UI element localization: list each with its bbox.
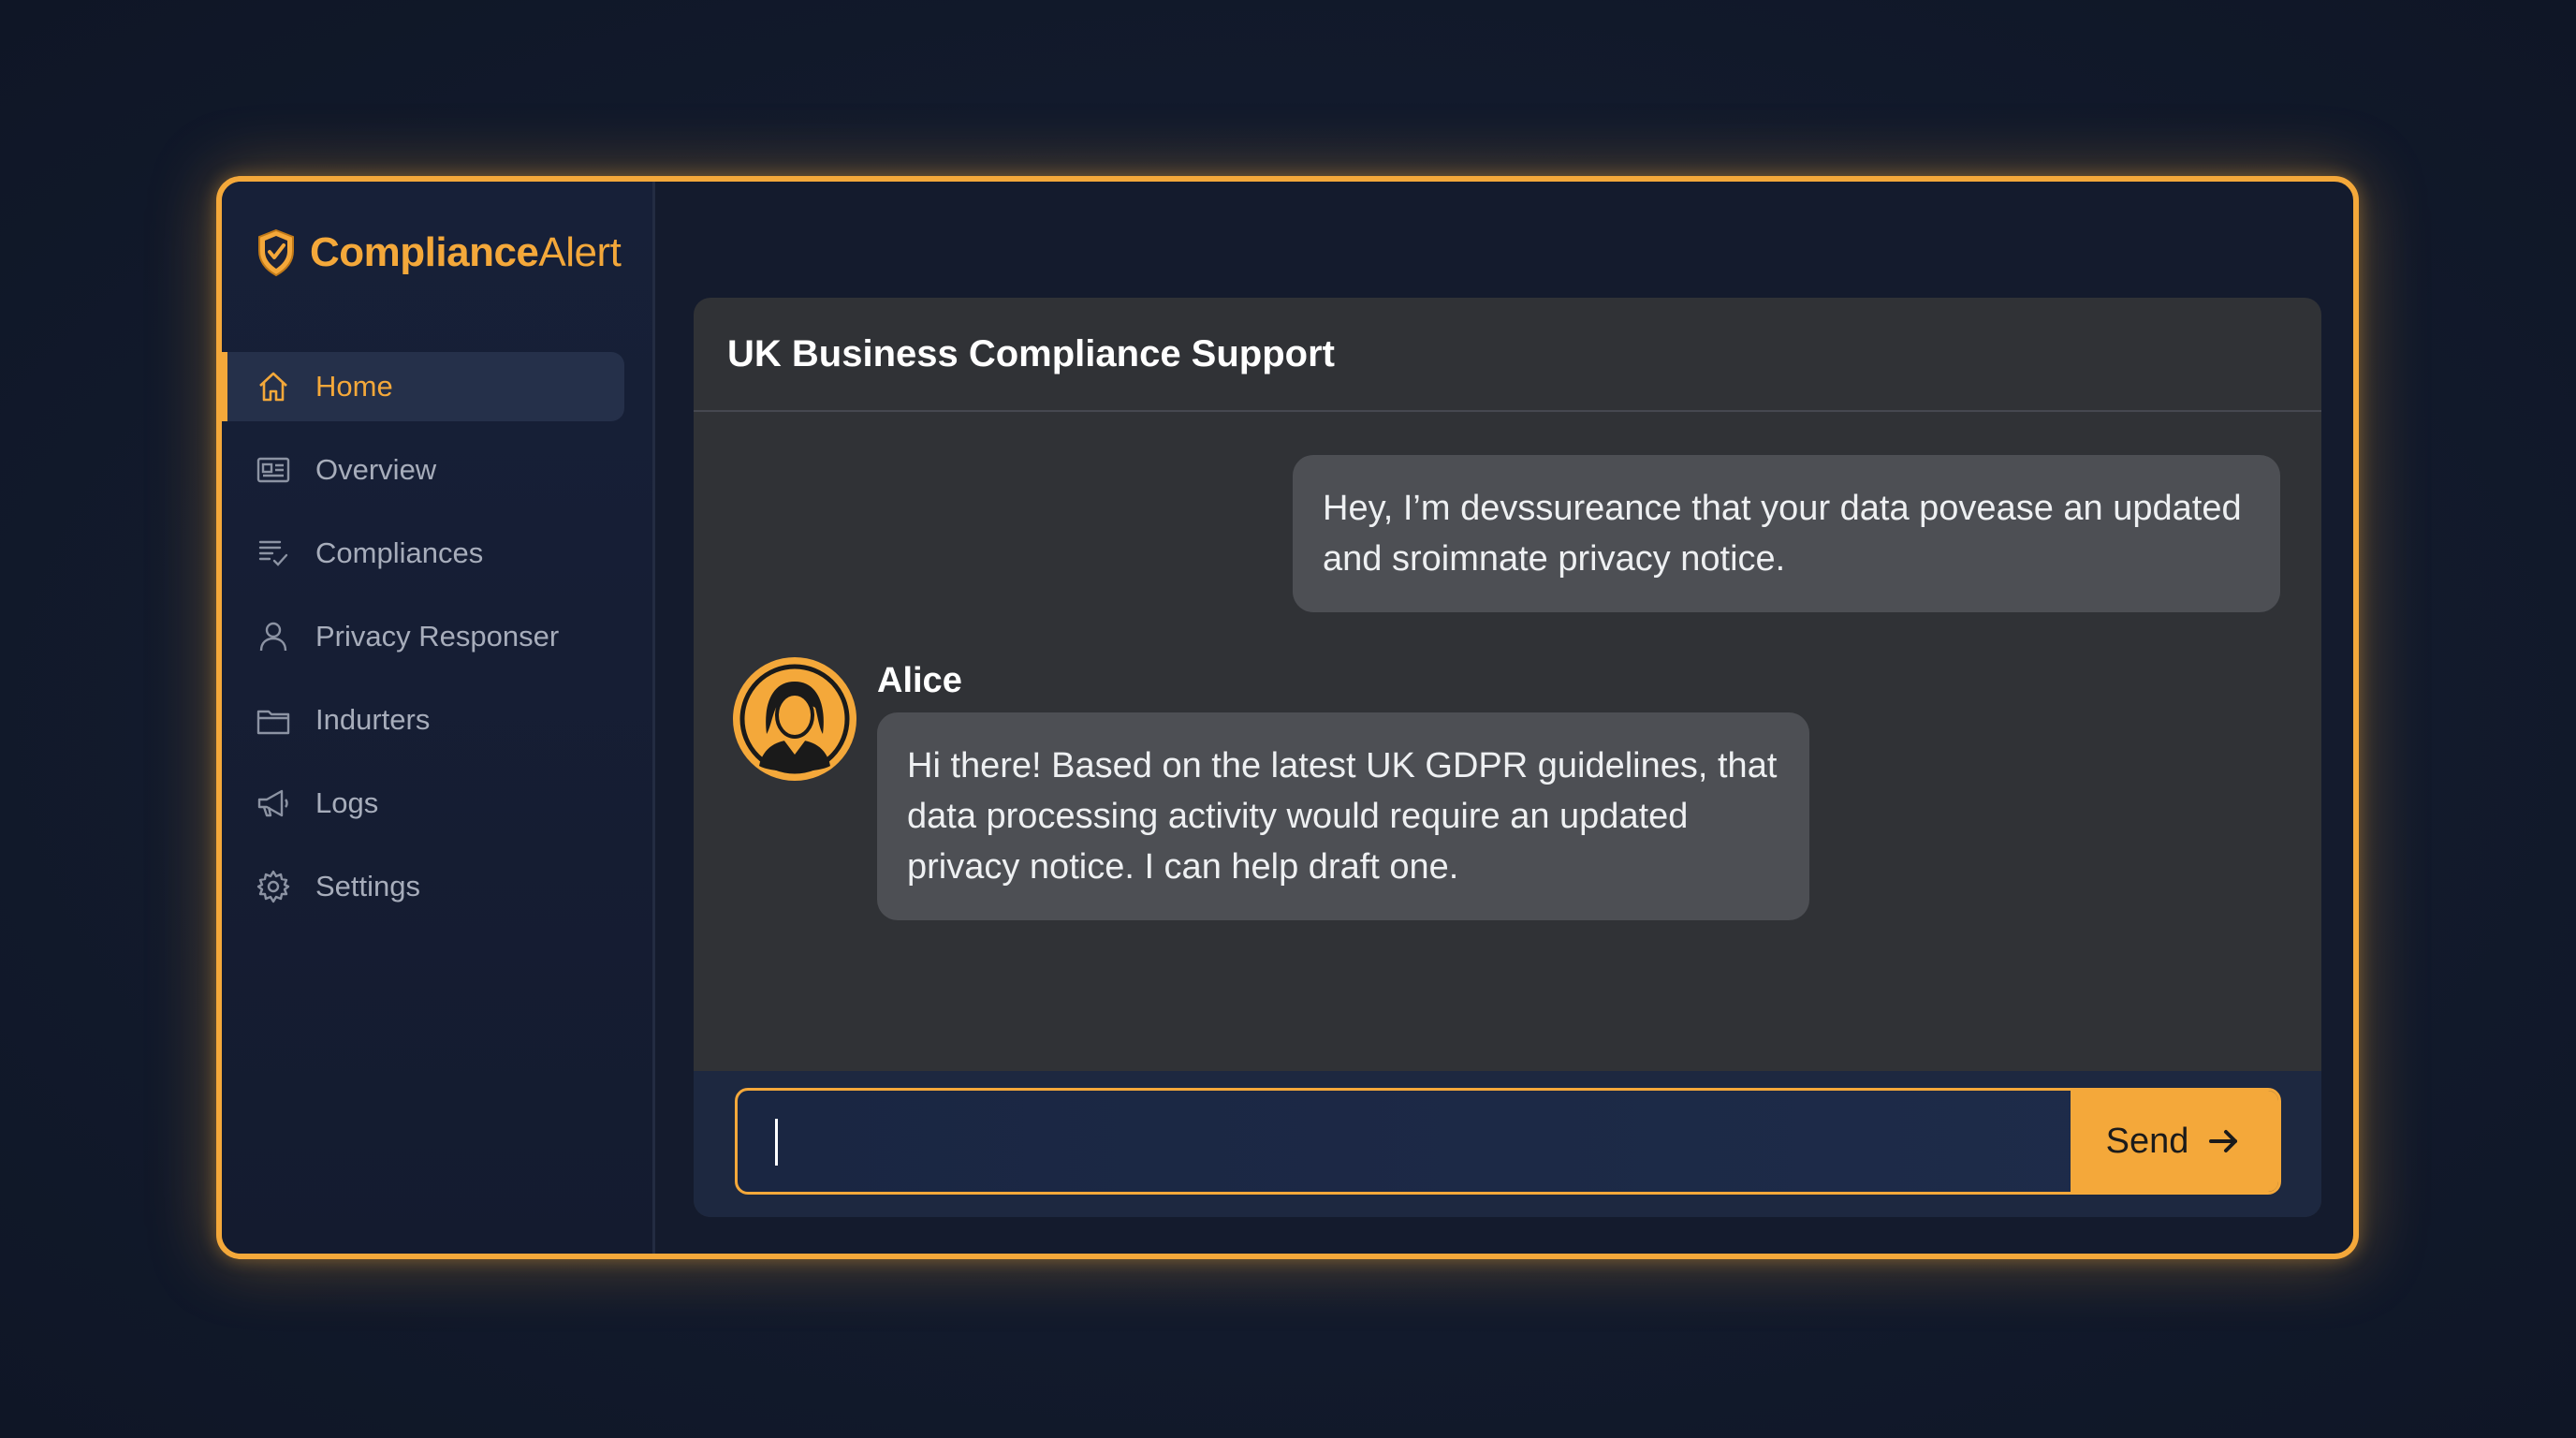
chat-panel: UK Business Compliance Support Hey, I’m …	[694, 298, 2321, 1217]
sidebar-item-home[interactable]: Home	[222, 352, 624, 421]
sidebar-item-label: Home	[315, 370, 393, 403]
sidebar-nav: Home Overview Compliances Privacy Respon…	[222, 352, 652, 935]
id-card-icon	[256, 457, 290, 483]
send-label: Send	[2105, 1121, 2189, 1161]
sidebar-item-indurters[interactable]: Indurters	[222, 685, 652, 755]
avatar-woman-icon	[739, 663, 851, 775]
sidebar: Compliance Alert Home Overview Compliance…	[222, 182, 655, 1254]
text-caret	[775, 1119, 778, 1166]
sidebar-item-settings[interactable]: Settings	[222, 852, 652, 921]
folder-icon	[256, 710, 290, 735]
checklist-icon	[258, 540, 288, 566]
message-input[interactable]	[738, 1091, 2076, 1192]
user-icon	[259, 622, 287, 652]
message-composer: Send	[694, 1071, 2321, 1217]
shield-icon	[258, 228, 294, 277]
app-window: Compliance Alert Home Overview Compliance…	[216, 176, 2359, 1259]
user-message-bubble: Hey, I’m devssureance that your data pov…	[1293, 455, 2280, 612]
sidebar-item-label: Compliances	[315, 536, 484, 569]
sidebar-item-privacy-responser[interactable]: Privacy Responser	[222, 602, 652, 671]
gear-icon	[256, 870, 290, 903]
brand-logo[interactable]: Compliance Alert	[256, 228, 622, 277]
sidebar-item-label: Indurters	[315, 703, 431, 736]
sidebar-item-label: Logs	[315, 786, 379, 819]
home-icon	[259, 372, 287, 402]
arrow-right-icon	[2209, 1130, 2238, 1152]
assistant-message-bubble: Hi there! Based on the latest UK GDPR gu…	[877, 712, 1809, 920]
brand-name-bold: Compliance	[310, 229, 539, 275]
sidebar-item-label: Settings	[315, 870, 421, 902]
sender-name: Alice	[877, 661, 962, 700]
sidebar-item-label: Privacy Responser	[315, 620, 560, 653]
megaphone-icon	[257, 789, 288, 817]
sidebar-item-label: Overview	[315, 453, 437, 486]
avatar[interactable]	[733, 657, 856, 781]
chat-title: UK Business Compliance Support	[694, 298, 2321, 412]
brand-name-light: Alert	[538, 229, 622, 275]
sidebar-item-overview[interactable]: Overview	[222, 435, 652, 505]
sidebar-item-compliances[interactable]: Compliances	[222, 519, 652, 588]
send-button[interactable]: Send	[2071, 1091, 2278, 1192]
sidebar-item-logs[interactable]: Logs	[222, 769, 652, 838]
message-input-container: Send	[735, 1088, 2281, 1195]
